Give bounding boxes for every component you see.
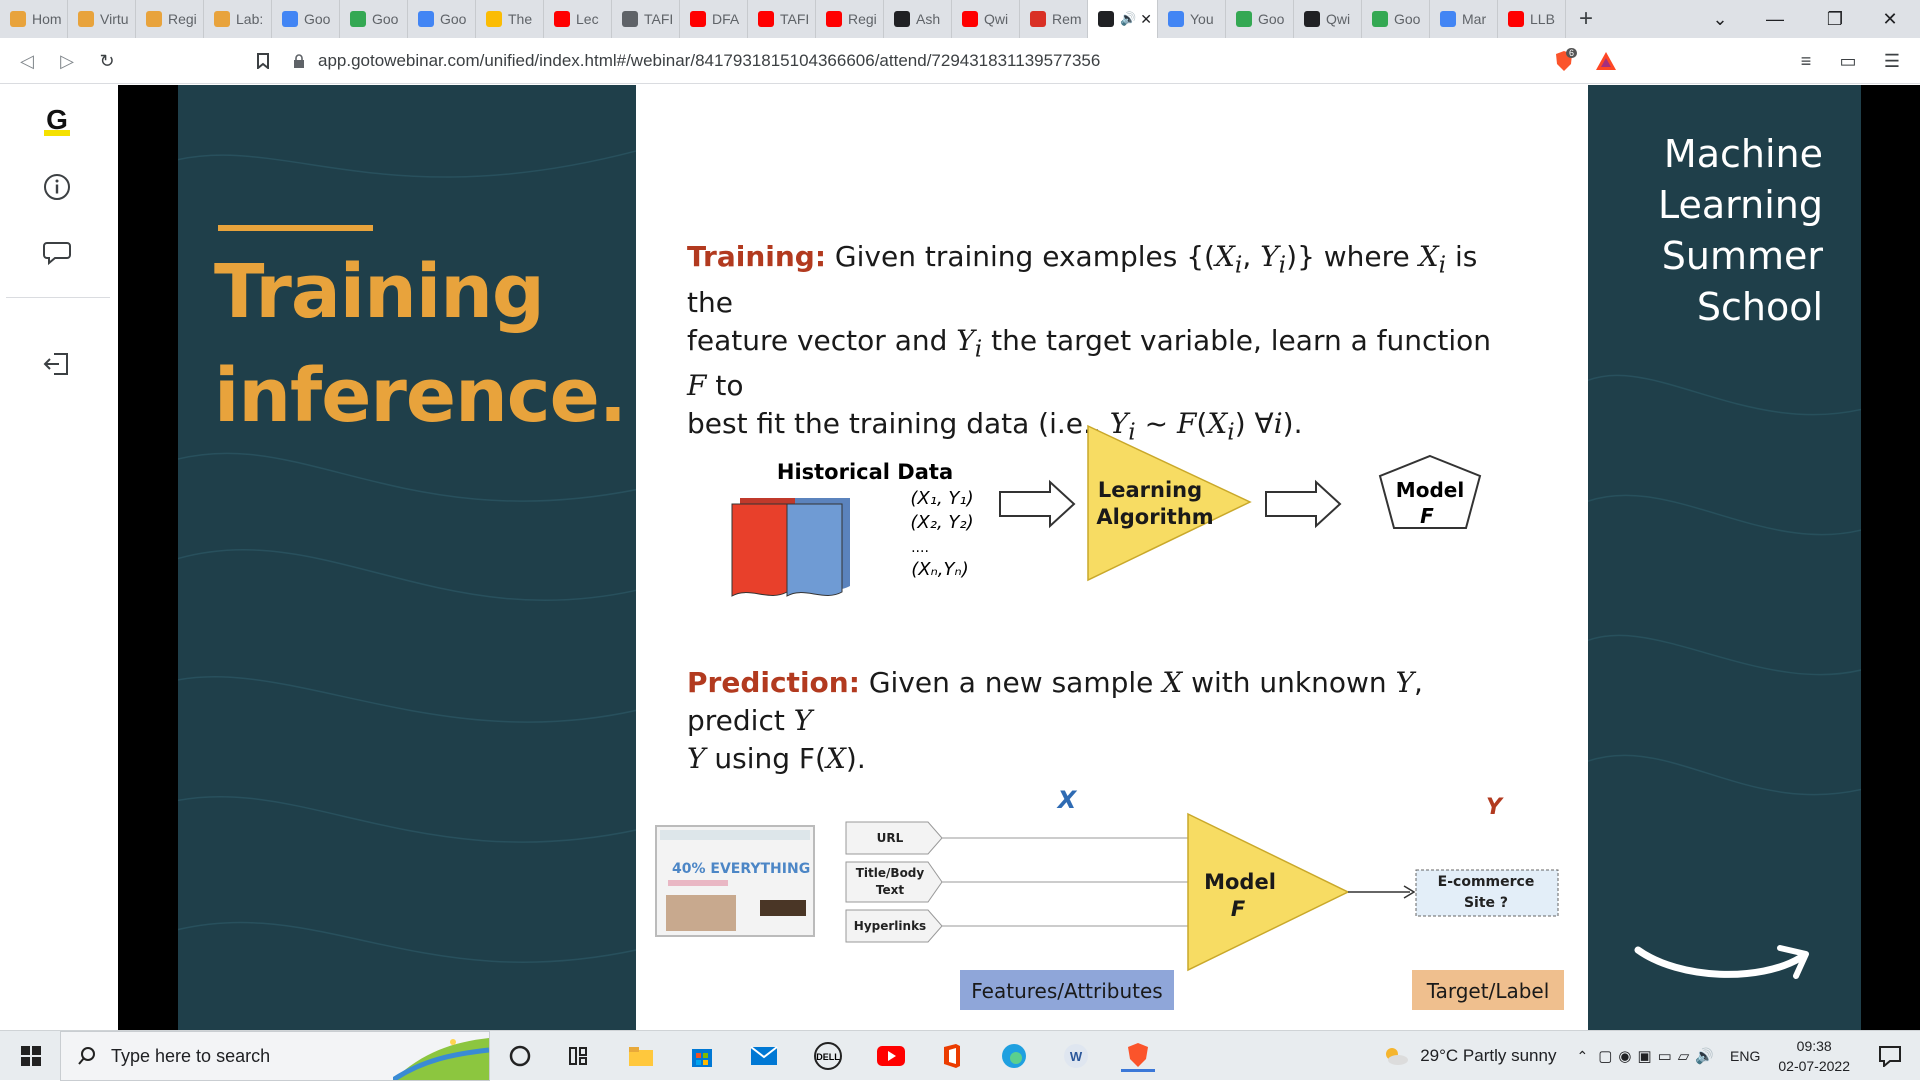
feature-tag-hyperlinks: Hyperlinks — [845, 909, 943, 943]
model-label: Model — [1396, 478, 1464, 502]
windows-taskbar: Type here to search DELL W 29°C Partly s… — [0, 1030, 1920, 1081]
target-label-box: Target/Label — [1412, 970, 1564, 1010]
youtube-icon[interactable] — [874, 1040, 908, 1072]
cortana-icon[interactable] — [503, 1040, 537, 1072]
svg-text:Title/Body: Title/Body — [856, 866, 925, 880]
historical-data-label: Historical Data — [777, 460, 953, 484]
file-explorer-icon[interactable] — [624, 1040, 658, 1072]
svg-text:Text: Text — [876, 883, 904, 897]
office-icon[interactable] — [935, 1040, 969, 1072]
data-pair: (Xₙ,Yₙ) — [911, 559, 968, 580]
dell-icon[interactable]: DELL — [811, 1040, 845, 1072]
task-view-icon[interactable] — [563, 1040, 597, 1072]
search-icon — [78, 1047, 95, 1065]
tray-icons[interactable]: ▢◉▣▭▱🔊 — [1598, 1047, 1720, 1065]
clock[interactable]: 09:38 02-07-2022 — [1778, 1036, 1850, 1076]
target-y-label: Y — [1486, 795, 1504, 820]
svg-text:Target/Label: Target/Label — [1426, 979, 1550, 1003]
feature-tag-url: URL — [845, 821, 943, 855]
data-pair: (X₁, Y₁) — [910, 488, 973, 509]
svg-text:DELL: DELL — [816, 1052, 840, 1062]
clock-date: 02-07-2022 — [1778, 1058, 1850, 1074]
model-f-label: F — [1420, 504, 1434, 528]
weather-icon — [1386, 1048, 1409, 1065]
historical-data-stack-icon — [731, 498, 850, 597]
edge-icon[interactable] — [997, 1040, 1031, 1072]
ecommerce-output-box: E-commerce Site ? — [1415, 869, 1559, 917]
clock-time: 09:38 — [1796, 1038, 1832, 1054]
feature-tag-title-body: Title/Body Text — [845, 861, 943, 903]
svg-text:Hyperlinks: Hyperlinks — [854, 919, 926, 933]
website-thumbnail-image: 40% EVERYTHING — [655, 825, 815, 937]
word-app-icon[interactable]: W — [1059, 1040, 1093, 1072]
learning-algorithm-shape — [1087, 424, 1252, 582]
mail-icon[interactable] — [747, 1040, 781, 1072]
svg-text:Site ?: Site ? — [1464, 895, 1508, 911]
brave-browser-icon[interactable] — [1121, 1040, 1155, 1072]
model-f-label-2: F — [1231, 897, 1246, 921]
windows-start-icon[interactable] — [14, 1040, 48, 1072]
weather-text[interactable]: 29°C Partly sunny — [1420, 1046, 1556, 1066]
svg-text:Features/Attributes: Features/Attributes — [971, 979, 1162, 1003]
feature-x-label: X — [1056, 786, 1078, 814]
promo-text: 40% EVERYTHING — [672, 861, 810, 877]
svg-text:URL: URL — [877, 831, 904, 845]
model-label-2: Model — [1204, 870, 1276, 894]
svg-text:E-commerce: E-commerce — [1438, 874, 1535, 890]
arrow-icon — [1265, 479, 1342, 529]
arrow-icon — [999, 479, 1076, 529]
data-pair-ellipsis: .... — [911, 540, 929, 556]
search-placeholder: Type here to search — [111, 1045, 271, 1066]
microsoft-store-icon[interactable] — [685, 1040, 719, 1072]
notifications-icon[interactable] — [1878, 1045, 1902, 1067]
chevron-up-icon[interactable]: ⌃ — [1576, 1048, 1588, 1065]
system-tray: 29°C Partly sunny ⌃ ▢◉▣▭▱🔊 ENG 09:38 02-… — [1380, 1031, 1920, 1081]
training-diagram: Historical Data (X₁, Y₁) (X₂, Y₂) .... (… — [655, 424, 1564, 1010]
data-pair: (X₂, Y₂) — [910, 512, 973, 533]
language-indicator[interactable]: ENG — [1730, 1048, 1760, 1064]
taskbar-search-input[interactable]: Type here to search — [60, 1031, 490, 1081]
svg-text:W: W — [1070, 1049, 1083, 1064]
learning-algorithm-label: Learning — [1098, 478, 1202, 502]
learning-algorithm-label: Algorithm — [1096, 505, 1213, 529]
features-attributes-box: Features/Attributes — [960, 970, 1174, 1010]
search-highlight-art — [393, 1038, 489, 1080]
